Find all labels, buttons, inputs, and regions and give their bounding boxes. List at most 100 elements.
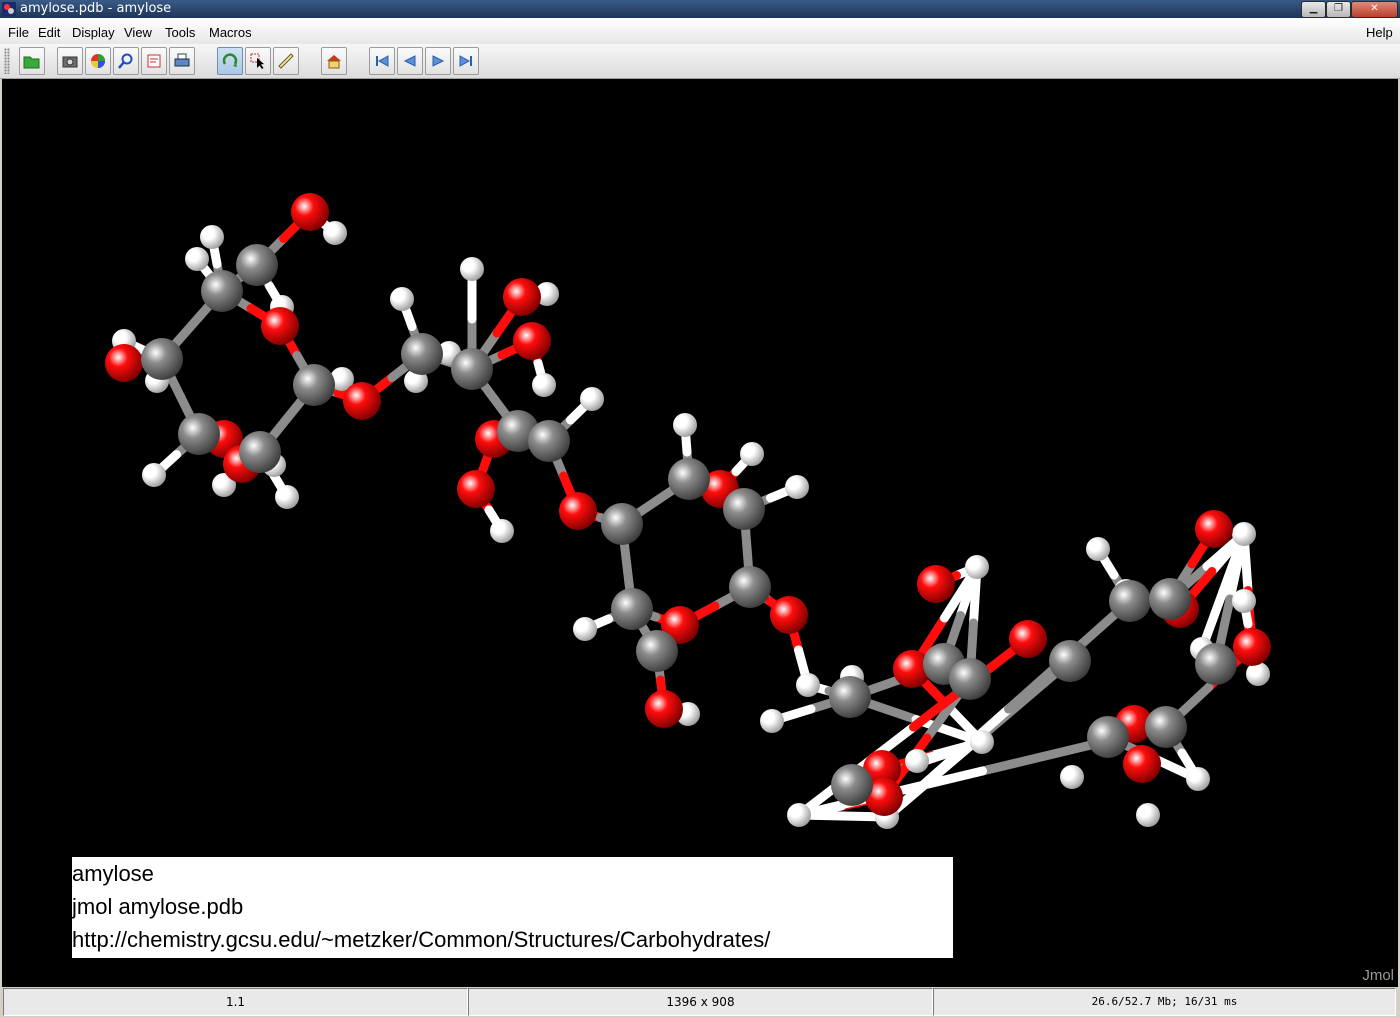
hydrogen-atom[interactable] xyxy=(1232,589,1256,613)
carbon-atom[interactable] xyxy=(1149,578,1191,620)
print-button[interactable] xyxy=(169,47,195,75)
carbon-atom[interactable] xyxy=(829,676,871,718)
oxygen-atom[interactable] xyxy=(343,382,381,420)
hydrogen-atom[interactable] xyxy=(490,519,514,543)
carbon-atom[interactable] xyxy=(401,333,443,375)
hydrogen-atom[interactable] xyxy=(673,413,697,437)
carbon-atom[interactable] xyxy=(831,764,873,806)
oxygen-atom[interactable] xyxy=(917,565,955,603)
window-title: amylose.pdb - amylose xyxy=(20,1,172,16)
menu-tools[interactable]: Tools xyxy=(165,25,195,40)
carbon-atom[interactable] xyxy=(949,658,991,700)
oxygen-atom[interactable] xyxy=(457,470,495,508)
carbon-atom[interactable] xyxy=(141,338,183,380)
carbon-atom[interactable] xyxy=(1049,640,1091,682)
menu-help[interactable]: Help xyxy=(1366,25,1393,40)
carbon-atom[interactable] xyxy=(611,588,653,630)
oxygen-atom[interactable] xyxy=(559,492,597,530)
color-button[interactable] xyxy=(85,47,111,75)
hydrogen-atom[interactable] xyxy=(1060,765,1084,789)
jmol-watermark: Jmol xyxy=(1362,967,1394,984)
close-button[interactable]: ✕ xyxy=(1351,1,1398,18)
first-frame-button[interactable] xyxy=(369,47,395,75)
oxygen-atom[interactable] xyxy=(291,193,329,231)
carbon-atom[interactable] xyxy=(528,420,570,462)
oxygen-atom[interactable] xyxy=(513,322,551,360)
carbon-atom[interactable] xyxy=(451,348,493,390)
oxygen-atom[interactable] xyxy=(1195,510,1233,548)
menu-bar: File Edit Display View Tools Macros Help xyxy=(0,18,1400,44)
carbon-atom[interactable] xyxy=(1087,716,1129,758)
hydrogen-atom[interactable] xyxy=(760,709,784,733)
home-icon xyxy=(327,55,341,69)
menu-file[interactable]: File xyxy=(8,25,29,40)
previous-frame-button[interactable] xyxy=(397,47,423,75)
molecule-viewer[interactable]: amylose jmol amylose.pdb http://chemistr… xyxy=(2,79,1398,987)
toolbar-grip[interactable] xyxy=(4,48,10,74)
carbon-atom[interactable] xyxy=(729,566,771,608)
rotate-button[interactable] xyxy=(217,47,243,75)
oxygen-atom[interactable] xyxy=(503,278,541,316)
carbon-atom[interactable] xyxy=(668,458,710,500)
menu-display[interactable]: Display xyxy=(72,25,115,40)
carbon-atom[interactable] xyxy=(236,244,278,286)
status-bar: 1.1 1396 x 908 26.6/52.7 Mb; 16/31 ms xyxy=(0,987,1400,1018)
hydrogen-atom[interactable] xyxy=(460,257,484,281)
hydrogen-atom[interactable] xyxy=(580,387,604,411)
hydrogen-atom[interactable] xyxy=(275,485,299,509)
hydrogen-atom[interactable] xyxy=(323,221,347,245)
carbon-atom[interactable] xyxy=(239,431,281,473)
oxygen-atom[interactable] xyxy=(105,344,143,382)
hydrogen-atom[interactable] xyxy=(965,555,989,579)
oxygen-atom[interactable] xyxy=(645,690,683,728)
carbon-atom[interactable] xyxy=(1145,706,1187,748)
hydrogen-atom[interactable] xyxy=(905,749,929,773)
carbon-atom[interactable] xyxy=(293,364,335,406)
carbon-atom[interactable] xyxy=(1195,643,1237,685)
carbon-atom[interactable] xyxy=(178,413,220,455)
amylose-molecule[interactable] xyxy=(2,79,1398,987)
hydrogen-atom[interactable] xyxy=(573,617,597,641)
open-button[interactable] xyxy=(19,47,45,75)
oxygen-atom[interactable] xyxy=(261,307,299,345)
oxygen-atom[interactable] xyxy=(1233,628,1271,666)
editor-button[interactable] xyxy=(141,47,167,75)
hydrogen-atom[interactable] xyxy=(970,730,994,754)
hydrogen-atom[interactable] xyxy=(1186,767,1210,791)
home-button[interactable] xyxy=(321,47,347,75)
carbon-atom[interactable] xyxy=(723,488,765,530)
pick-button[interactable] xyxy=(245,47,271,75)
hydrogen-atom[interactable] xyxy=(200,225,224,249)
zoom-icon xyxy=(118,53,133,69)
hydrogen-atom[interactable] xyxy=(1086,537,1110,561)
hydrogen-atom[interactable] xyxy=(390,287,414,311)
hydrogen-atom[interactable] xyxy=(787,803,811,827)
oxygen-atom[interactable] xyxy=(1123,745,1161,783)
menu-edit[interactable]: Edit xyxy=(38,25,60,40)
hydrogen-atom[interactable] xyxy=(1232,522,1256,546)
open-folder-icon xyxy=(23,56,40,69)
carbon-atom[interactable] xyxy=(636,630,678,672)
next-frame-button[interactable] xyxy=(425,47,451,75)
minimize-button[interactable]: ▁ xyxy=(1301,1,1326,18)
maximize-button[interactable]: ❐ xyxy=(1326,1,1351,18)
atom-layer xyxy=(105,193,1271,829)
hydrogen-atom[interactable] xyxy=(796,673,820,697)
carbon-atom[interactable] xyxy=(1109,580,1151,622)
menu-view[interactable]: View xyxy=(124,25,152,40)
oxygen-atom[interactable] xyxy=(770,596,808,634)
hydrogen-atom[interactable] xyxy=(1136,803,1160,827)
hydrogen-atom[interactable] xyxy=(785,475,809,499)
hydrogen-atom[interactable] xyxy=(142,463,166,487)
zoom-button[interactable] xyxy=(113,47,139,75)
hydrogen-atom[interactable] xyxy=(740,442,764,466)
hydrogen-atom[interactable] xyxy=(532,373,556,397)
carbon-atom[interactable] xyxy=(601,503,643,545)
carbon-atom[interactable] xyxy=(201,270,243,312)
hydrogen-atom[interactable] xyxy=(185,247,209,271)
last-frame-button[interactable] xyxy=(453,47,479,75)
menu-macros[interactable]: Macros xyxy=(209,25,252,40)
measure-button[interactable] xyxy=(273,47,299,75)
oxygen-atom[interactable] xyxy=(1009,620,1047,658)
screenshot-button[interactable] xyxy=(57,47,83,75)
